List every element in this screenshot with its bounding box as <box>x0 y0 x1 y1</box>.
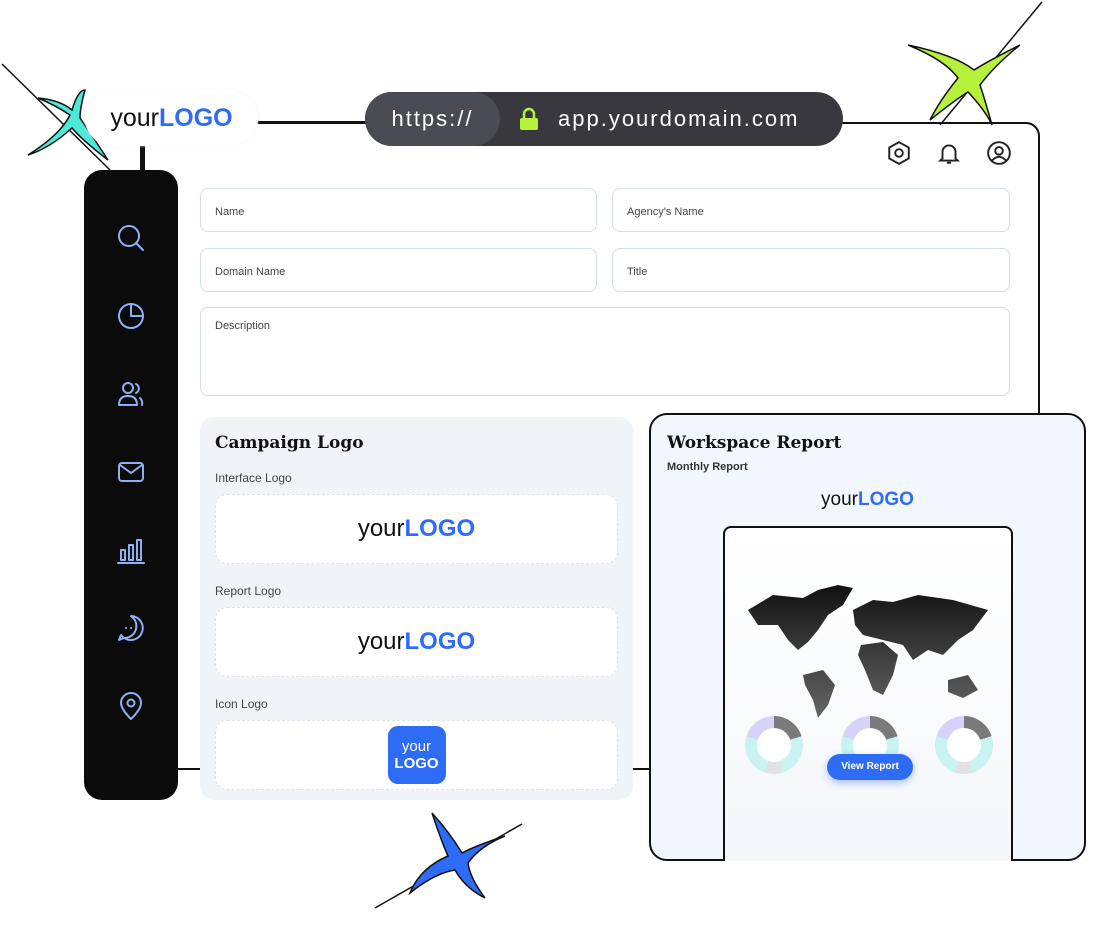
brand-logo: your LOGO <box>85 90 258 146</box>
workspace-report-card: Workspace Report Monthly Report yourLOGO… <box>649 413 1086 861</box>
donut-chart <box>935 716 993 774</box>
users-icon[interactable] <box>115 378 147 410</box>
search-icon[interactable] <box>115 222 147 254</box>
mail-icon[interactable] <box>115 456 147 488</box>
report-subtitle: Monthly Report <box>667 461 748 473</box>
url-bar[interactable]: https:// app.yourdomain.com <box>365 92 843 146</box>
chart-pie-icon[interactable] <box>115 300 147 332</box>
icon-logo-preview: your LOGO <box>387 726 446 784</box>
report-preview: View Report <box>723 526 1013 861</box>
user-icon[interactable] <box>986 140 1012 166</box>
chat-icon[interactable] <box>115 612 147 644</box>
agency-name-field[interactable]: Agency's Name <box>612 188 1010 232</box>
name-field[interactable]: Name <box>200 188 597 232</box>
world-map-image <box>748 585 988 718</box>
donut-chart <box>745 716 803 774</box>
bell-icon[interactable] <box>936 140 962 166</box>
url-domain: app.yourdomain.com <box>558 106 800 131</box>
description-field[interactable]: Description <box>200 307 1010 396</box>
report-title: Workspace Report <box>667 433 842 453</box>
campaign-logo-panel: Campaign Logo Interface Logo your LOGO Re… <box>200 417 633 800</box>
location-icon[interactable] <box>115 690 147 722</box>
settings-icon[interactable] <box>886 140 912 166</box>
icon-logo-upload[interactable]: your LOGO <box>215 720 618 790</box>
bar-chart-icon[interactable] <box>115 534 147 566</box>
report-logo: yourLOGO <box>821 489 914 510</box>
sparkle-blue-icon <box>374 812 523 909</box>
sparkle-green-icon <box>907 1 1043 126</box>
report-logo-upload[interactable]: your LOGO <box>215 607 618 677</box>
domain-name-field[interactable]: Domain Name <box>200 248 597 292</box>
title-field[interactable]: Title <box>612 248 1010 292</box>
report-logo-label: Report Logo <box>215 584 282 598</box>
icon-logo-label: Icon Logo <box>215 697 268 711</box>
url-protocol: https:// <box>365 92 500 146</box>
panel-title: Campaign Logo <box>215 433 364 453</box>
lock-icon <box>520 107 538 130</box>
view-report-button[interactable]: View Report <box>827 754 913 780</box>
sidebar <box>84 170 178 800</box>
interface-logo-upload[interactable]: your LOGO <box>215 494 618 564</box>
interface-logo-label: Interface Logo <box>215 471 292 485</box>
